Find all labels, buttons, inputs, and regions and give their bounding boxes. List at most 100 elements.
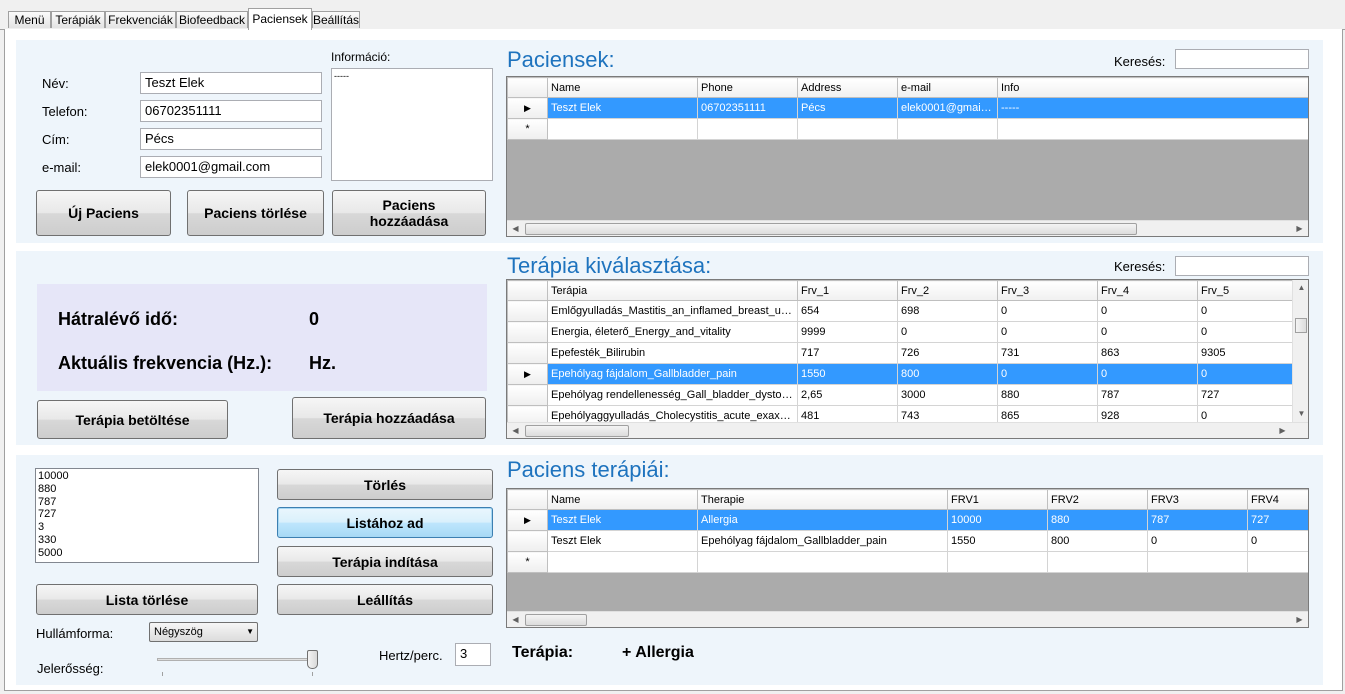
load-therapy-button[interactable]: Terápia betöltése — [37, 400, 228, 439]
status-box — [37, 284, 487, 391]
scroll-thumb[interactable] — [525, 614, 587, 626]
add-to-list-button[interactable]: Listához ad — [277, 507, 493, 538]
tab-biofeedback[interactable]: Biofeedback — [176, 11, 248, 28]
delete-patient-button[interactable]: Paciens törlése — [187, 190, 324, 236]
address-label: Cím: — [42, 132, 70, 147]
new-patient-button[interactable]: Új Paciens — [36, 190, 171, 236]
new-row-marker: * — [507, 551, 548, 573]
email-label: e-mail: — [42, 160, 82, 175]
column-header[interactable]: Terápia — [547, 280, 798, 301]
slider-tick — [312, 672, 313, 676]
tab-frequencies[interactable]: Frekvenciák — [105, 11, 176, 28]
column-header[interactable]: FRV2 — [1047, 489, 1148, 510]
scroll-thumb[interactable] — [1295, 318, 1307, 333]
address-input[interactable]: Pécs — [140, 128, 322, 150]
scroll-thumb[interactable] — [525, 425, 629, 437]
scroll-down-icon[interactable]: ▼ — [1293, 406, 1308, 422]
scroll-right-icon[interactable]: ▶ — [1274, 423, 1291, 438]
waveform-label: Hullámforma: — [36, 626, 114, 641]
column-header[interactable]: Phone — [697, 77, 798, 98]
patients-search-input[interactable] — [1175, 49, 1309, 69]
scroll-right-icon[interactable]: ▶ — [1291, 221, 1308, 236]
tab-patients[interactable]: Paciensek — [248, 8, 312, 30]
column-header[interactable]: Frv_2 — [897, 280, 998, 301]
hertz-per-min-input[interactable]: 3 — [455, 643, 491, 666]
horizontal-scrollbar[interactable]: ◀ ▶ — [507, 422, 1308, 438]
frequency-listbox[interactable]: 10000 880 787 727 3 330 5000 — [35, 468, 259, 563]
list-item[interactable]: 787 — [38, 496, 256, 509]
column-header[interactable]: Therapie — [697, 489, 948, 510]
tab-menu[interactable]: Menü — [8, 11, 51, 28]
name-input[interactable]: Teszt Elek — [140, 72, 322, 94]
slider-tick — [162, 672, 163, 676]
phone-input[interactable]: 06702351111 — [140, 100, 322, 122]
slider-track — [157, 658, 317, 661]
current-row-indicator: ▶ — [507, 509, 548, 531]
list-item[interactable]: 727 — [38, 508, 256, 521]
list-item[interactable]: 5000 — [38, 547, 256, 560]
therapy-select-grid[interactable]: Terápia Frv_1 Frv_2 Frv_3 Frv_4 Frv_5 Em… — [506, 279, 1309, 439]
table-row[interactable]: Emlőgyulladás_Mastitis_an_inflamed_breas… — [507, 300, 1293, 322]
email-input[interactable]: elek0001@gmail.com — [140, 156, 322, 178]
column-header[interactable]: Frv_5 — [1197, 280, 1293, 301]
remaining-time-label: Hátralévő idő: — [58, 309, 179, 329]
table-row[interactable]: Epehólyag rendellenesség_Gall_bladder_dy… — [507, 384, 1293, 406]
horizontal-scrollbar[interactable]: ◀ ▶ — [507, 220, 1308, 236]
patient-therapies-grid[interactable]: Name Therapie FRV1 FRV2 FRV3 FRV4 ▶ Tesz… — [506, 488, 1309, 628]
signal-strength-label: Jelerősség: — [37, 661, 104, 676]
name-label: Név: — [42, 76, 69, 91]
new-row[interactable]: * — [507, 118, 1308, 140]
column-header[interactable]: FRV1 — [947, 489, 1048, 510]
delete-frequency-button[interactable]: Törlés — [277, 469, 493, 500]
list-item[interactable]: 330 — [38, 534, 256, 547]
therapy-select-title: Terápia kiválasztása: — [507, 253, 712, 278]
column-header[interactable]: Frv_1 — [797, 280, 898, 301]
waveform-select[interactable]: Négyszög ▼ — [149, 622, 258, 642]
column-header[interactable]: FRV3 — [1147, 489, 1248, 510]
scroll-right-icon[interactable]: ▶ — [1291, 612, 1308, 627]
scroll-up-icon[interactable]: ▲ — [1293, 280, 1308, 296]
tab-therapies[interactable]: Terápiák — [51, 11, 105, 28]
current-frequency-label: Aktuális frekvencia (Hz.): — [58, 353, 273, 373]
scroll-left-icon[interactable]: ◀ — [507, 221, 524, 236]
column-header[interactable]: e-mail — [897, 77, 998, 98]
scroll-left-icon[interactable]: ◀ — [507, 612, 524, 627]
tab-settings[interactable]: Beállítás — [312, 11, 360, 28]
therapy-search-input[interactable] — [1175, 256, 1309, 276]
list-item[interactable]: 880 — [38, 483, 256, 496]
scroll-left-icon[interactable]: ◀ — [507, 423, 524, 438]
add-therapy-button[interactable]: Terápia hozzáadása — [292, 397, 486, 439]
column-header[interactable]: Name — [547, 77, 698, 98]
new-row-marker: * — [507, 118, 548, 140]
column-header[interactable]: Frv_3 — [997, 280, 1098, 301]
scroll-thumb[interactable] — [525, 223, 1137, 235]
patients-search-label: Keresés: — [1114, 54, 1166, 69]
stop-button[interactable]: Leállítás — [277, 584, 493, 615]
slider-thumb[interactable] — [307, 650, 318, 669]
table-row[interactable]: ▶ Teszt Elek 06702351111 Pécs elek0001@g… — [507, 97, 1308, 119]
column-header[interactable]: Address — [797, 77, 898, 98]
start-therapy-button[interactable]: Terápia indítása — [277, 546, 493, 577]
table-row[interactable]: ▶ Teszt Elek Allergia 10000 880 787 727 — [507, 509, 1308, 531]
clear-list-button[interactable]: Lista törlése — [36, 584, 258, 615]
current-row-indicator: ▶ — [507, 97, 548, 119]
list-item[interactable]: 10000 — [38, 470, 256, 483]
info-textarea[interactable]: ----- — [331, 68, 493, 181]
table-row[interactable]: Teszt Elek Epehólyag fájdalom_Gallbladder… — [507, 530, 1308, 552]
new-row[interactable]: * — [507, 551, 1308, 573]
add-patient-button[interactable]: Paciens hozzáadása — [332, 190, 486, 236]
column-header[interactable]: Info — [997, 77, 1308, 98]
column-header[interactable]: Name — [547, 489, 698, 510]
column-header[interactable]: Frv_4 — [1097, 280, 1198, 301]
signal-strength-slider[interactable] — [157, 650, 319, 678]
patient-therapies-grid-header: Name Therapie FRV1 FRV2 FRV3 FRV4 — [507, 489, 1308, 510]
list-item[interactable]: 3 — [38, 521, 256, 534]
table-row[interactable]: Epefesték_Bilirubin 717 726 731 863 9305 — [507, 342, 1293, 364]
patient-therapies-title: Paciens terápiái: — [507, 457, 670, 482]
table-row[interactable]: ▶ Epehólyag fájdalom_Gallbladder_pain 155… — [507, 363, 1293, 385]
horizontal-scrollbar[interactable]: ◀ ▶ — [507, 611, 1308, 627]
table-row[interactable]: Energia, életerő_Energy_and_vitality 9999… — [507, 321, 1293, 343]
column-header[interactable]: FRV4 — [1247, 489, 1308, 510]
patients-grid[interactable]: Name Phone Address e-mail Info ▶ Teszt E… — [506, 76, 1309, 237]
vertical-scrollbar[interactable]: ▲ ▼ — [1292, 280, 1308, 422]
